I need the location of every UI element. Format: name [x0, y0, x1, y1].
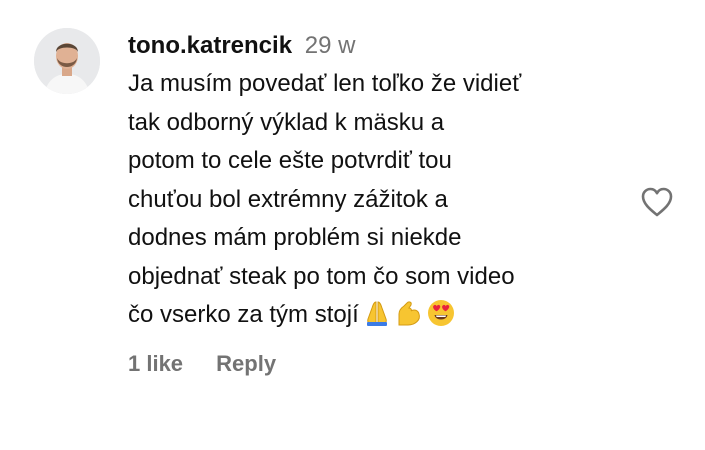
comment-text-line: dodnes mám problém si niekde [128, 224, 462, 251]
username[interactable]: tono.katrencik [128, 32, 292, 59]
heart-outline-icon[interactable] [640, 186, 674, 218]
avatar[interactable] [34, 28, 100, 94]
comment-text-line-last: čo vserko za tým stojí [128, 296, 628, 335]
comment-text-line: tak odborný výklad k mäsku a [128, 108, 445, 136]
reply-button[interactable]: Reply [216, 351, 276, 376]
flexed-biceps-emoji [395, 299, 423, 327]
comment-text: Ja musím povedať len toľko že vidieť tak… [128, 65, 628, 335]
comment-text-line: potom to cele ešte potvrdiť tou [128, 147, 452, 174]
likes-count[interactable]: 1 like [128, 351, 183, 376]
heart-eyes-emoji [427, 299, 455, 327]
comment-text-line: čo vserko za tým stojí [128, 301, 359, 328]
folded-hands-emoji [363, 299, 391, 327]
comment-header: tono.katrencik 29 w [128, 27, 628, 65]
comment-body: tono.katrencik 29 w Ja musím povedať len… [128, 27, 628, 335]
comment-item: tono.katrencik 29 w Ja musím povedať len… [0, 0, 705, 450]
timestamp[interactable]: 29 w [305, 32, 356, 59]
comment-actions: 1 like Reply [128, 351, 276, 377]
comment-text-line: Ja musím povedať len toľko že vidieť [128, 70, 522, 97]
comment-text-line: objednať steak po tom čo som video [128, 262, 515, 290]
comment-text-line: chuťou bol extrémny zážitok a [128, 185, 448, 213]
